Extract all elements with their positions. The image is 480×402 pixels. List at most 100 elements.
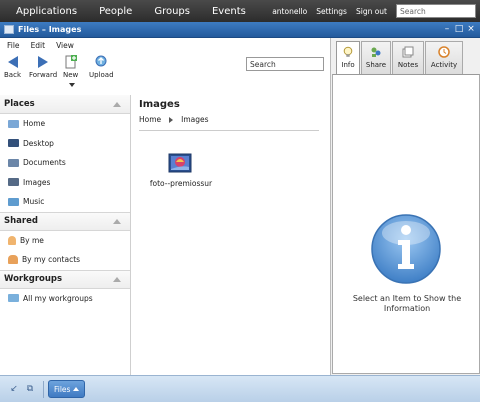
back-button[interactable]: Back — [4, 55, 21, 79]
sidebar-item-label: Documents — [23, 158, 66, 168]
share-icon — [371, 47, 381, 57]
tab-notes[interactable]: Notes — [392, 41, 424, 74]
sidebar-item-images[interactable]: Images — [0, 173, 130, 193]
breadcrumb-home[interactable]: Home — [139, 115, 161, 124]
taskbar-divider — [43, 381, 44, 398]
forward-arrow-icon — [38, 56, 49, 68]
nav-people[interactable]: People — [99, 6, 132, 17]
chevron-up-icon — [73, 387, 79, 391]
upload-button[interactable]: Upload — [89, 55, 114, 79]
collapse-arrow-icon[interactable]: ↙ — [9, 384, 19, 394]
info-empty-message: Select an Item to Show the Information — [333, 294, 480, 314]
sign-out-link[interactable]: Sign out — [356, 7, 387, 16]
new-document-icon — [65, 55, 77, 69]
places-title: Places — [4, 99, 35, 109]
sidebar-item-label: By my contacts — [22, 255, 81, 265]
divider — [139, 130, 319, 131]
breadcrumb-separator-icon — [169, 116, 174, 123]
close-icon[interactable]: × — [466, 24, 476, 35]
menu-bar: File Edit View — [0, 38, 330, 52]
clock-icon — [438, 46, 450, 58]
nav-groups[interactable]: Groups — [154, 6, 190, 17]
shared-section-header[interactable]: Shared — [0, 211, 130, 231]
sidebar-item-desktop[interactable]: Desktop — [0, 134, 130, 154]
sidebar: Places Home Desktop Documents Images Mus… — [0, 95, 131, 375]
window-controls: – □ × — [440, 24, 476, 35]
sidebar-item-by-me[interactable]: By me — [0, 231, 130, 251]
tab-share[interactable]: Share — [361, 41, 391, 74]
sidebar-item-label: By me — [20, 235, 44, 245]
file-name: foto--premiossur — [149, 179, 213, 188]
workgroups-icon — [8, 294, 19, 303]
tab-share-label: Share — [365, 61, 387, 69]
tab-info[interactable]: Info — [336, 41, 360, 75]
minimize-icon[interactable]: – — [442, 24, 452, 35]
contacts-icon — [8, 255, 18, 265]
sidebar-item-label: Home — [23, 119, 46, 129]
tab-notes-label: Notes — [397, 61, 419, 69]
back-label: Back — [4, 71, 21, 79]
taskbar: ↙ ⧉ Files — [0, 375, 480, 402]
lightbulb-icon — [343, 46, 353, 57]
info-message-line2: Information — [383, 304, 431, 313]
new-dropdown-chevron-icon[interactable] — [69, 83, 75, 87]
collapse-icon[interactable] — [113, 276, 121, 282]
tab-info-label: Info — [341, 61, 355, 69]
info-panel-tabs: Info Share Notes Activity — [331, 38, 480, 75]
taskbar-files-button[interactable]: Files — [48, 380, 85, 398]
forward-label: Forward — [29, 71, 58, 79]
menu-edit[interactable]: Edit — [31, 41, 46, 50]
sidebar-item-label: Desktop — [23, 138, 54, 148]
new-label: New — [63, 71, 79, 79]
documents-icon — [8, 158, 19, 167]
top-navigation-bar: Applications People Groups Events antone… — [0, 0, 480, 22]
new-button[interactable]: New — [63, 55, 78, 79]
workgroups-section-header[interactable]: Workgroups — [0, 269, 130, 289]
upload-icon — [95, 55, 107, 67]
top-right-links: antonello Settings Sign out Search — [272, 0, 480, 22]
back-arrow-icon — [7, 56, 18, 68]
sidebar-item-all-workgroups[interactable]: All my workgroups — [0, 289, 130, 309]
collapse-icon[interactable] — [113, 218, 121, 224]
info-panel-body: Select an Item to Show the Information — [332, 74, 480, 374]
menu-file[interactable]: File — [7, 41, 20, 50]
settings-link[interactable]: Settings — [316, 7, 347, 16]
upload-label: Upload — [89, 71, 114, 79]
sidebar-item-label: Images — [23, 177, 51, 187]
files-window-icon — [4, 25, 14, 34]
desktop-icon — [8, 139, 19, 148]
music-icon — [8, 197, 19, 206]
user-link[interactable]: antonello — [272, 7, 307, 16]
sidebar-item-label: All my workgroups — [23, 293, 93, 303]
breadcrumb-images[interactable]: Images — [181, 115, 208, 124]
forward-button[interactable]: Forward — [29, 55, 57, 79]
collapse-icon[interactable] — [113, 101, 121, 107]
sidebar-item-music[interactable]: Music — [0, 192, 130, 212]
window-title-bar: Files – Images – □ × — [0, 22, 480, 38]
home-folder-icon — [8, 119, 19, 128]
menu-view[interactable]: View — [56, 41, 74, 50]
places-section-header[interactable]: Places — [0, 95, 130, 114]
sidebar-item-by-my-contacts[interactable]: By my contacts — [0, 250, 130, 270]
windows-icon[interactable]: ⧉ — [25, 384, 35, 394]
page-title: Images — [139, 99, 180, 110]
global-search-input[interactable]: Search — [396, 4, 476, 18]
nav-applications[interactable]: Applications — [16, 6, 77, 17]
user-icon — [8, 235, 16, 245]
info-icon — [371, 214, 441, 284]
maximize-icon[interactable]: □ — [454, 24, 464, 35]
breadcrumb: Home Images — [139, 115, 209, 124]
info-panel: Info Share Notes Activity Select an Item… — [330, 38, 480, 375]
taskbar-files-label: Files — [54, 384, 71, 394]
notes-icon — [402, 46, 414, 58]
tab-activity[interactable]: Activity — [425, 41, 463, 74]
workgroups-title: Workgroups — [4, 274, 63, 284]
sidebar-item-documents[interactable]: Documents — [0, 153, 130, 173]
sidebar-item-home[interactable]: Home — [0, 114, 130, 134]
image-file-icon — [168, 153, 192, 173]
files-search-input[interactable]: Search — [246, 57, 324, 71]
file-item[interactable]: foto--premiossur — [141, 153, 221, 188]
nav-events[interactable]: Events — [212, 6, 246, 17]
sidebar-item-label: Music — [23, 197, 45, 207]
window-title: Files – Images — [18, 25, 82, 34]
